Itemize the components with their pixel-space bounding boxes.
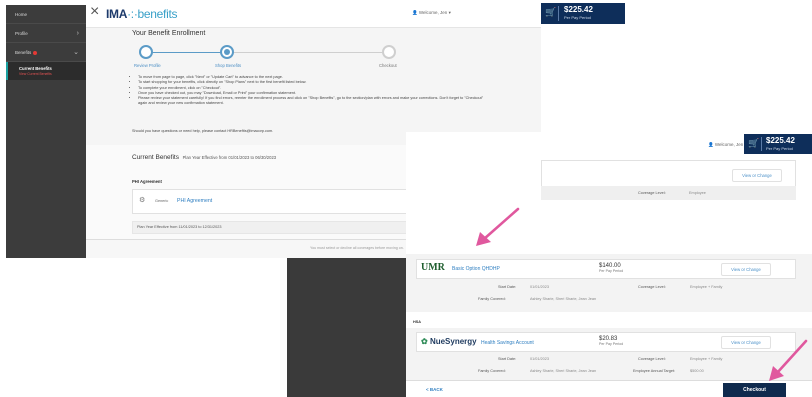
annual-target-value: $500.00 [690, 369, 704, 373]
sidebar-item-home[interactable]: Home [6, 5, 86, 24]
enrollment-section: Your Benefit Enrollment Review Profile S… [86, 28, 541, 145]
back-button[interactable]: < BACK [426, 387, 443, 392]
cart-period: Per Pay Period [564, 15, 591, 20]
welcome-user[interactable]: 👤 Welcome, Jen ▾ [412, 10, 451, 16]
sidebar-subitem-subtitle: View Current Benefits [19, 72, 52, 76]
gear-icon: ⚙ [139, 197, 146, 204]
cart-icon: 🛒 [545, 7, 557, 17]
coverage-level-label: Coverage Level: [638, 191, 666, 195]
family-covered-value: Ashley Sharie, Sheri Sharie, Jean Jean [530, 297, 597, 301]
phi-section-label: PHI Agreement [132, 179, 162, 184]
top-bar: × IMA·:·benefits 👤 Welcome, Jen ▾ [86, 0, 541, 28]
coverage-level-value: Employee + Family [690, 285, 723, 289]
nuesynergy-logo: ✿ NueSynergy [421, 337, 477, 346]
coverage-level-label: Coverage Level: [638, 357, 666, 361]
medical-plan-link[interactable]: Basic Option QHDHP [452, 266, 500, 272]
plan-year-text: Plan Year Effective from 01/01/2023 to 0… [182, 155, 277, 160]
step-label-shop-benefits: Shop Benefits [215, 63, 242, 68]
checkout-button[interactable]: Checkout [723, 383, 786, 397]
user-icon: 👤 [412, 10, 418, 15]
generic-label: Generic [155, 199, 169, 203]
cart-amount: $225.42 [564, 5, 593, 14]
medical-plan-card: UMR Basic Option QHDHP $140.00 Per Pay Pe… [416, 259, 796, 279]
ima-benefits-logo: IMA·:·benefits [106, 7, 178, 21]
view-or-change-button[interactable]: View or Change [721, 263, 771, 276]
hsa-section-label: HSA [413, 320, 422, 324]
step-label-checkout: Checkout [379, 63, 397, 68]
progress-line [146, 52, 390, 53]
dark-overlay [287, 258, 406, 397]
step-review-profile-icon[interactable] [139, 45, 153, 59]
phi-agreement-link[interactable]: PHI Agreement [177, 198, 212, 204]
cart-icon: 🛒 [748, 138, 760, 148]
step-label-review-profile: Review Profile [134, 63, 161, 68]
enrollment-title: Your Benefit Enrollment [132, 30, 206, 37]
user-icon: 👤 [708, 142, 714, 147]
start-date-label: Start Date: [498, 357, 517, 361]
chevron-right-icon: › [76, 30, 79, 37]
page-root: Home Profile › Benefits ⌄ Current Benefits… [0, 0, 812, 397]
annotation-arrow-icon [769, 339, 808, 381]
sidebar-subitem-current-benefits[interactable]: Current Benefits View Current Benefits [6, 62, 86, 80]
sidebar-item-label: Profile [15, 31, 28, 36]
coverage-row: Coverage Level: Employee [541, 186, 796, 200]
family-covered-label: Family Covered: [478, 297, 506, 301]
checkout-panel: 👤 Welcome, Jen ▾ 🛒 $225.42 Per Pay Perio… [406, 132, 812, 397]
close-icon[interactable]: × [90, 3, 99, 21]
medical-section: UMR Basic Option QHDHP $140.00 Per Pay Pe… [406, 254, 812, 312]
view-or-change-button[interactable]: View or Change [732, 169, 782, 182]
annotation-arrow-icon [476, 207, 520, 246]
view-or-change-button[interactable]: View or Change [721, 336, 771, 349]
coverage-level-value: Employee + Family [690, 357, 723, 361]
hsa-plan-link[interactable]: Health Savings Account [481, 340, 534, 346]
start-date-value: 01/01/2023 [530, 285, 550, 289]
annual-target-label: Employee Annual Target: [633, 369, 676, 373]
family-covered-label: Family Covered: [478, 369, 506, 373]
sidebar-item-label: Benefits [15, 50, 32, 55]
umr-logo: UMR [421, 262, 445, 273]
coverage-level-label: Coverage Level: [638, 285, 666, 289]
coverage-level-value: Employee [689, 191, 706, 195]
sidebar-subitem-label: Current Benefits [19, 66, 52, 71]
start-date-value: 01/01/2023 [530, 357, 550, 361]
chevron-down-icon: ⌄ [73, 49, 79, 56]
help-text: Should you have questions or need help, … [132, 129, 274, 133]
step-checkout-icon[interactable] [382, 45, 396, 59]
hsa-plan-card: ✿ NueSynergy Health Savings Account $20.… [416, 332, 796, 352]
cart-period: Per Pay Period [766, 146, 793, 151]
welcome-user[interactable]: 👤 Welcome, Jen ▾ [708, 142, 747, 148]
medical-price: $140.00 Per Pay Period [599, 263, 624, 273]
family-covered-value: Ashley Sharie, Sheri Sharie, Jean Jean [530, 369, 597, 373]
cart-button[interactable]: 🛒 $225.42 Per Pay Period [744, 134, 812, 154]
start-date-label: Start Date: [498, 285, 517, 289]
step-shop-benefits-icon[interactable] [220, 45, 234, 59]
instruction-item: Please review your statement carefully! … [138, 96, 487, 107]
cart-button[interactable]: 🛒 $225.42 Per Pay Period [541, 3, 625, 24]
sidebar-item-label: Home [15, 12, 28, 17]
hsa-section: ✿ NueSynergy Health Savings Account $20.… [406, 328, 812, 380]
sidebar-item-benefits[interactable]: Benefits ⌄ [6, 43, 86, 62]
cart-amount: $225.42 [766, 136, 795, 145]
current-benefits-heading: Current Benefits Plan Year Effective fro… [132, 154, 277, 161]
instructions-list: To move from page to page, click "Next" … [132, 75, 487, 107]
sidebar: Home Profile › Benefits ⌄ Current Benefits… [6, 5, 86, 258]
hsa-price: $20.83 Per Pay Period [599, 336, 624, 346]
notification-badge [33, 50, 38, 55]
strip-note: You must select or decline all coverages… [310, 246, 404, 250]
sidebar-item-profile[interactable]: Profile › [6, 24, 86, 43]
